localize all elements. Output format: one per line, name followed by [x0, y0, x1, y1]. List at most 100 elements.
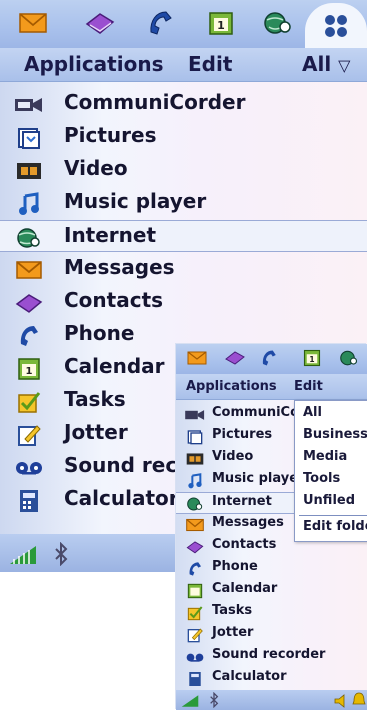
- filter-option-media[interactable]: Media: [303, 449, 347, 464]
- list-item[interactable]: Contacts: [0, 286, 367, 318]
- item-label: Messages: [64, 255, 175, 279]
- item-label: Internet: [212, 494, 272, 509]
- pictures-icon: [14, 126, 44, 150]
- calendar-icon[interactable]: 1: [301, 348, 323, 368]
- checkbox-icon: [14, 390, 44, 414]
- item-label: Video: [212, 449, 254, 464]
- calendar-icon: 1: [14, 357, 44, 381]
- filter-option-unfiled[interactable]: Unfiled: [303, 493, 355, 508]
- phone-icon[interactable]: [258, 348, 280, 368]
- edit-menu[interactable]: Edit: [188, 52, 232, 76]
- calculator-icon: [184, 670, 206, 688]
- contacts-icon[interactable]: [84, 8, 116, 38]
- video-camera-icon: [14, 93, 44, 117]
- calendar-icon: [184, 582, 206, 600]
- item-label: Music player: [212, 471, 305, 486]
- inset-app-shortcut-bar: 1: [176, 344, 367, 374]
- music-note-icon: [184, 472, 206, 490]
- phone-handset-icon: [184, 560, 206, 578]
- phone-handset-icon: [14, 324, 44, 348]
- signal-strength-icon: [8, 544, 38, 570]
- svg-text:1: 1: [309, 355, 314, 364]
- item-label: Calendar: [212, 581, 278, 596]
- film-icon: [184, 450, 206, 468]
- checkbox-icon: [184, 604, 206, 622]
- signal-strength-icon: [180, 693, 200, 710]
- inset-menu-bar: Applications Edit: [176, 374, 367, 400]
- bluetooth-icon: [52, 541, 70, 570]
- tape-icon: [14, 456, 44, 480]
- messages-icon[interactable]: [17, 8, 49, 38]
- filter-option-tools[interactable]: Tools: [303, 471, 340, 486]
- item-label: Calculator: [64, 486, 179, 510]
- film-icon: [14, 159, 44, 183]
- video-camera-icon: [184, 406, 206, 424]
- list-item[interactable]: Calculator: [176, 668, 367, 690]
- globe-icon: [184, 495, 206, 513]
- contacts-book-icon: [184, 538, 206, 556]
- menu-divider: [299, 515, 367, 516]
- filter-dropdown-menu: All Business Media Tools Unfiled Edit fo…: [294, 400, 367, 542]
- list-item[interactable]: Calendar: [176, 580, 367, 602]
- item-label: Calendar: [64, 354, 165, 378]
- item-label: Tasks: [212, 603, 253, 618]
- list-item[interactable]: Tasks: [176, 602, 367, 624]
- item-label: Tasks: [64, 387, 126, 411]
- app-shortcut-bar: 1: [0, 0, 367, 48]
- globe-icon: [14, 226, 44, 250]
- item-label: Jotter: [212, 625, 254, 640]
- list-item[interactable]: Music player: [0, 187, 367, 219]
- item-label: Contacts: [212, 537, 277, 552]
- filter-option-business[interactable]: Business: [303, 427, 367, 442]
- contacts-book-icon: [14, 291, 44, 315]
- internet-icon[interactable]: [338, 348, 360, 368]
- applications-menu[interactable]: Applications: [186, 379, 277, 394]
- applications-menu[interactable]: Applications: [24, 52, 163, 76]
- calculator-icon: [14, 489, 44, 513]
- edit-folders-option[interactable]: Edit folders: [303, 519, 367, 534]
- item-label: Pictures: [212, 427, 273, 442]
- alarm-icon: [352, 692, 366, 710]
- applications-grid-icon[interactable]: [305, 3, 367, 48]
- speaker-icon: [334, 693, 348, 710]
- item-label: Sound recorder: [212, 647, 326, 662]
- filter-dropdown[interactable]: All ▽: [302, 52, 350, 76]
- item-label: CommuniCorder: [64, 90, 246, 114]
- list-item[interactable]: Phone: [176, 558, 367, 580]
- svg-text:1: 1: [217, 19, 225, 32]
- phone-icon[interactable]: [144, 8, 176, 38]
- tape-icon: [184, 648, 206, 666]
- pictures-icon: [184, 428, 206, 446]
- item-label: Phone: [64, 321, 135, 345]
- list-item[interactable]: CommuniCorder: [0, 88, 367, 120]
- list-item[interactable]: Pictures: [0, 121, 367, 153]
- item-label: Music player: [64, 189, 207, 213]
- inset-status-bar: [176, 690, 367, 710]
- list-item-selected[interactable]: Internet: [0, 220, 367, 252]
- music-note-icon: [14, 192, 44, 216]
- inset-screen: 1 Applications Edit CommuniCorder Pictur…: [176, 344, 367, 710]
- envelope-icon: [14, 258, 44, 282]
- chevron-down-icon: ▽: [338, 56, 351, 75]
- list-item[interactable]: Jotter: [176, 624, 367, 646]
- list-item[interactable]: Sound recorder: [176, 646, 367, 668]
- item-label: Phone: [212, 559, 258, 574]
- list-item[interactable]: Messages: [0, 253, 367, 285]
- list-item[interactable]: Video: [0, 154, 367, 186]
- filter-option-all[interactable]: All: [303, 405, 322, 420]
- item-label: Calculator: [212, 669, 287, 684]
- calendar-icon[interactable]: 1: [205, 8, 237, 38]
- envelope-icon: [184, 516, 206, 534]
- item-label: Pictures: [64, 123, 157, 147]
- contacts-icon[interactable]: [224, 348, 246, 368]
- bluetooth-icon: [208, 691, 220, 710]
- item-label: Jotter: [64, 420, 128, 444]
- messages-icon[interactable]: [186, 348, 208, 368]
- internet-icon[interactable]: [262, 8, 294, 38]
- menu-bar: Applications Edit All ▽: [0, 48, 367, 82]
- notepad-icon: [14, 423, 44, 447]
- item-label: Internet: [64, 223, 157, 247]
- edit-menu[interactable]: Edit: [294, 379, 323, 394]
- filter-label: All: [302, 52, 332, 76]
- notepad-icon: [184, 626, 206, 644]
